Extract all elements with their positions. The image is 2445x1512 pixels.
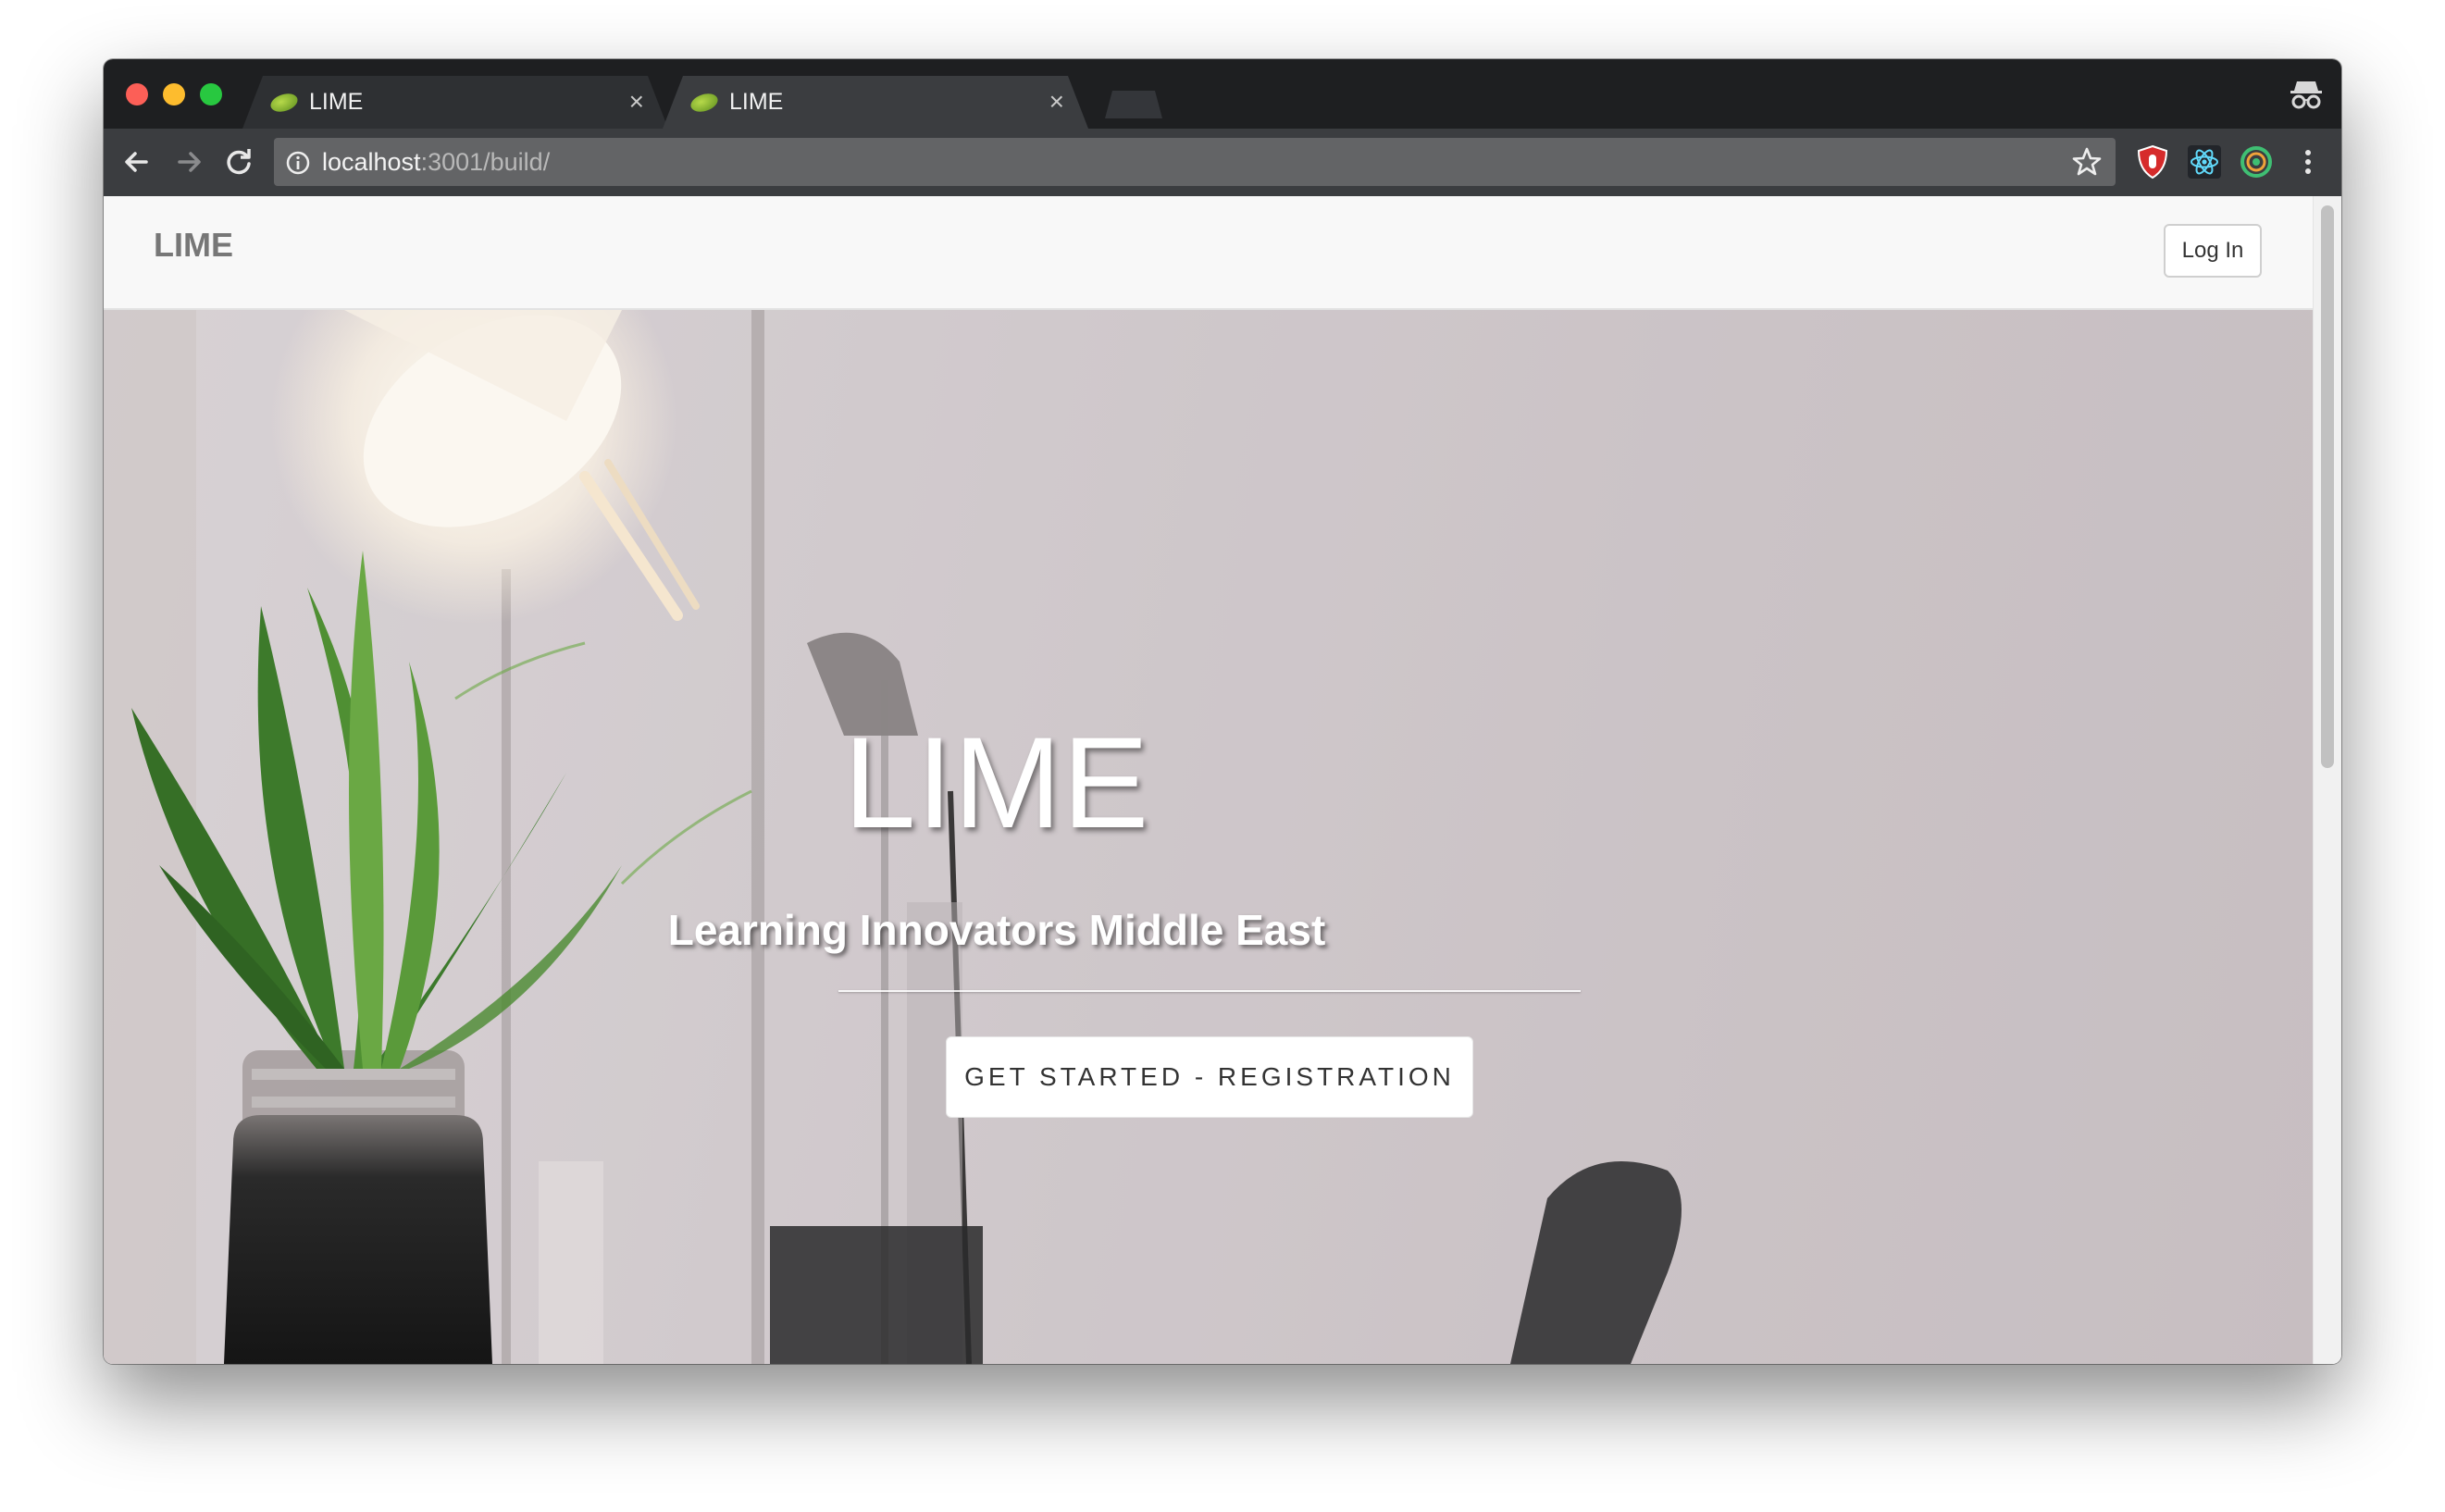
new-tab-button[interactable] [1105,91,1162,118]
ublock-icon[interactable] [2134,143,2171,180]
incognito-icon [2290,81,2322,109]
info-icon[interactable] [285,150,311,176]
minimize-window-button[interactable] [163,83,185,105]
url-path: :3001/build/ [420,148,551,176]
browser-menu-icon[interactable] [2290,143,2327,180]
browser-titlebar: LIME × LIME × [104,59,2341,129]
browser-tab-1[interactable]: LIME × [242,76,668,129]
url-host: localhost [322,148,421,176]
bookmark-star-icon[interactable] [2071,146,2103,178]
lime-favicon-icon [268,91,300,115]
maximize-window-button[interactable] [200,83,222,105]
url-text: localhost:3001/build/ [322,148,550,177]
browser-toolbar: localhost:3001/build/ [104,129,2341,196]
tab-title: LIME [729,89,784,115]
tab-close-icon[interactable]: × [629,87,644,117]
address-bar[interactable]: localhost:3001/build/ [274,138,2116,186]
brand-logo[interactable]: LIME [154,226,233,265]
back-arrow-icon[interactable] [118,143,155,180]
lime-favicon-icon [689,91,720,115]
hero-section: LIME Learning Innovators Middle East GET… [104,310,2314,1364]
close-window-button[interactable] [126,83,148,105]
reload-icon[interactable] [220,143,257,180]
tab-title: LIME [309,89,364,115]
login-button[interactable]: Log In [2164,224,2262,278]
page-scrollbar[interactable] [2313,196,2341,1364]
scrollbar-thumb[interactable] [2321,205,2334,768]
forward-arrow-icon[interactable] [170,143,207,180]
hero-subtitle: Learning Innovators Middle East [667,906,1326,954]
hero-title: LIME [843,710,1150,855]
extension-ring-icon[interactable] [2238,143,2275,180]
hero-divider [838,990,1581,992]
react-devtools-icon[interactable] [2186,143,2223,180]
tab-close-icon[interactable]: × [1049,87,1064,117]
get-started-registration-button[interactable]: GET STARTED - REGISTRATION [946,1036,1473,1118]
browser-tab-2[interactable]: LIME × [663,76,1088,129]
page-viewport: LIME Log In LIME Learning Innovators Mid… [104,196,2341,1364]
site-navbar: LIME Log In [104,196,2314,310]
browser-window: LIME × LIME × localhost:3001/build/ LIME… [104,59,2341,1364]
